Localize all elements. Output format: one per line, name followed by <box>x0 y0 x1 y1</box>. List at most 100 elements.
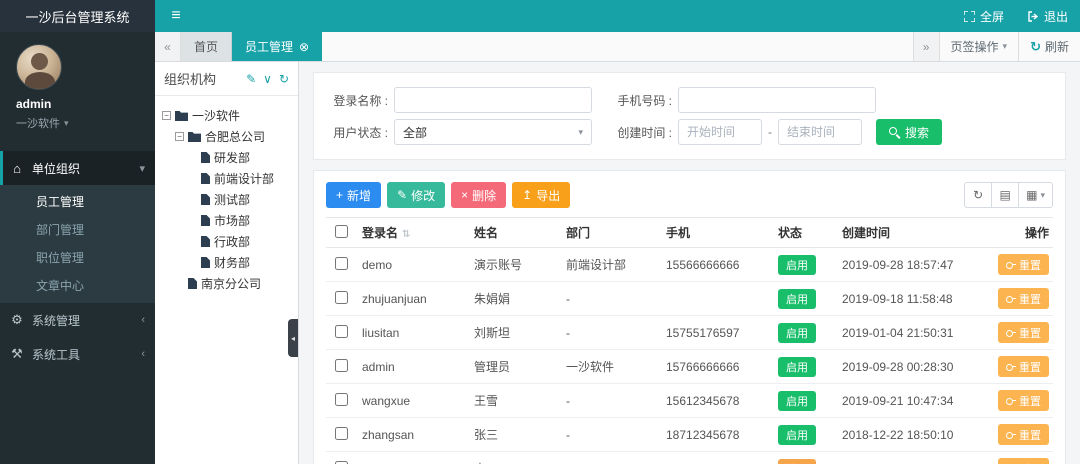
sort-icon[interactable]: ⇅ <box>402 229 410 240</box>
tree-node[interactable]: 南京分公司 <box>159 273 294 294</box>
tree-node[interactable]: − 一沙软件 <box>159 105 294 126</box>
sidebar-item-employee-mgmt[interactable]: 员工管理 <box>0 188 155 216</box>
cell-login: lisi <box>356 451 468 464</box>
tab-operations-dropdown[interactable]: 页签操作 ▾ <box>938 32 1019 61</box>
login-name-input[interactable] <box>394 87 592 113</box>
cell-created: 2019-01-05 06:34:41 <box>836 451 986 464</box>
sidebar-toggle-button[interactable]: ≡ <box>155 0 197 32</box>
cell-phone: 15755176597 <box>660 315 772 350</box>
logout-button[interactable]: 退出 <box>1016 0 1080 32</box>
columns-dropdown-button[interactable]: ▦ ▾ <box>1018 182 1053 208</box>
tree-node[interactable]: 研发部 <box>159 147 294 168</box>
file-icon <box>188 278 197 289</box>
reset-password-button[interactable]: 重置 <box>998 288 1049 309</box>
reset-password-button[interactable]: 重置 <box>998 424 1049 445</box>
sidebar-item-org[interactable]: ⌂ 单位组织 ▾ <box>0 151 155 185</box>
chevron-down-icon: ▾ <box>64 117 69 128</box>
collapse-icon[interactable]: ∨ <box>263 72 272 86</box>
key-icon <box>1006 397 1016 405</box>
created-time-label: 创建时间 : <box>617 125 672 140</box>
reset-password-button[interactable]: 重置 <box>998 254 1049 275</box>
tab-ops-label: 页签操作 <box>950 40 999 54</box>
work-area: 登录名称 : 手机号码 : 用户状态 : 全部 ▾ 创建时间 : - <box>299 62 1080 464</box>
edit-button[interactable]: ✎ 修改 <box>387 182 446 208</box>
cell-dept: 一沙软件 <box>560 349 660 384</box>
tree-node[interactable]: 测试部 <box>159 189 294 210</box>
cell-dept: 前端设计部 <box>560 247 660 282</box>
select-all-checkbox[interactable] <box>334 224 348 238</box>
tree-expander-icon[interactable]: − <box>162 111 171 120</box>
file-icon <box>201 257 210 268</box>
row-checkbox[interactable] <box>334 460 348 464</box>
panel-collapse-handle[interactable]: ◂ <box>288 319 298 358</box>
search-button[interactable]: 搜索 <box>876 119 943 145</box>
tab-home[interactable]: 首页 <box>181 32 233 61</box>
tree-node-label: 一沙软件 <box>192 109 241 123</box>
cell-phone: 15612345678 <box>660 383 772 418</box>
tabs-scroll-right-button[interactable]: » <box>912 32 939 61</box>
refresh-table-button[interactable]: ↻ <box>964 182 993 208</box>
reset-password-button[interactable]: 重置 <box>998 390 1049 411</box>
refresh-icon[interactable]: ↻ <box>279 72 289 86</box>
employee-table: 登录名 ⇅ 姓名 部门 手机 状态 创建时间 操作 demo 演示账号 前端设计部 15… <box>326 217 1053 464</box>
tabs-scroll-left-button[interactable]: « <box>155 32 181 61</box>
tab-label: 员工管理 <box>245 40 294 54</box>
edit-icon[interactable]: ✎ <box>246 72 256 86</box>
file-icon <box>201 152 210 163</box>
cell-created: 2019-09-28 00:28:30 <box>836 349 986 384</box>
tree-node[interactable]: − 合肥总公司 <box>159 126 294 147</box>
org-tree: − 一沙软件 − 合肥总公司 研发部 前端设计部 测试部 市场部 行政部 财务部 南京分公司 <box>155 96 298 303</box>
toggle-view-button[interactable]: ▤ <box>991 182 1020 208</box>
tools-icon: ⚒ <box>11 346 23 361</box>
export-label: 导出 <box>536 188 561 203</box>
tab-employee-mgmt[interactable]: 员工管理 ⊗ <box>232 32 323 61</box>
row-checkbox-cell <box>326 281 356 316</box>
cell-created: 2019-09-18 11:58:48 <box>836 281 986 316</box>
sidebar-menu: ⌂ 单位组织 ▾ 员工管理 部门管理 职位管理 文章中心 ⚙ 系统管理 ‹ ⚒ … <box>0 151 155 371</box>
company-dropdown[interactable]: 一沙软件 ▾ <box>16 115 155 131</box>
sidebar-item-dept-mgmt[interactable]: 部门管理 <box>0 216 155 244</box>
tree-node-label: 行政部 <box>214 235 251 249</box>
cell-name: 刘斯坦 <box>468 315 560 350</box>
start-time-input[interactable] <box>678 119 762 145</box>
row-checkbox[interactable] <box>334 392 348 406</box>
tree-node[interactable]: 财务部 <box>159 252 294 273</box>
tree-node[interactable]: 市场部 <box>159 210 294 231</box>
sidebar-item-position-mgmt[interactable]: 职位管理 <box>0 244 155 272</box>
cell-phone <box>660 281 772 316</box>
tabbar: « 首页 员工管理 ⊗ » 页签操作 ▾ ↻ 刷新 <box>155 32 1080 62</box>
status-badge: 启用 <box>778 288 816 309</box>
fullscreen-label: 全屏 <box>979 9 1004 24</box>
phone-input[interactable] <box>678 87 876 113</box>
avatar[interactable] <box>16 44 62 90</box>
close-icon[interactable]: ⊗ <box>299 40 309 54</box>
row-checkbox[interactable] <box>334 256 348 270</box>
tree-node[interactable]: 行政部 <box>159 231 294 252</box>
status-select[interactable]: 全部 ▾ <box>394 119 592 145</box>
row-checkbox[interactable] <box>334 324 348 338</box>
delete-button[interactable]: × 删除 <box>451 182 507 208</box>
refresh-page-button[interactable]: ↻ 刷新 <box>1018 32 1080 61</box>
row-checkbox[interactable] <box>334 426 348 440</box>
fullscreen-button[interactable]: 全屏 <box>952 0 1016 32</box>
sidebar-item-article-center[interactable]: 文章中心 <box>0 272 155 300</box>
sidebar-item-label: 系统管理 <box>32 313 81 328</box>
tree-expander-icon[interactable]: − <box>175 132 184 141</box>
cell-dept: - <box>560 315 660 350</box>
chevron-left-icon: ‹ <box>141 314 145 326</box>
export-button[interactable]: ↥ 导出 <box>512 182 571 208</box>
sidebar-item-system-mgmt[interactable]: ⚙ 系统管理 ‹ <box>0 303 155 337</box>
reset-password-button[interactable]: 重置 <box>998 458 1049 464</box>
tree-node[interactable]: 前端设计部 <box>159 168 294 189</box>
employee-table-card: + 新增 ✎ 修改 × 删除 ↥ 导出 ↻ ▤ ▦ ▾ 登录名 ⇅ 姓名 部门 … <box>313 170 1066 464</box>
sidebar-item-system-tools[interactable]: ⚒ 系统工具 ‹ <box>0 337 155 371</box>
end-time-input[interactable] <box>778 119 862 145</box>
reset-password-button[interactable]: 重置 <box>998 356 1049 377</box>
status-badge: 启用 <box>778 424 816 445</box>
row-checkbox-cell <box>326 349 356 384</box>
tree-node-label: 研发部 <box>214 151 251 165</box>
reset-password-button[interactable]: 重置 <box>998 322 1049 343</box>
row-checkbox[interactable] <box>334 358 348 372</box>
row-checkbox[interactable] <box>334 290 348 304</box>
add-button[interactable]: + 新增 <box>326 182 382 208</box>
